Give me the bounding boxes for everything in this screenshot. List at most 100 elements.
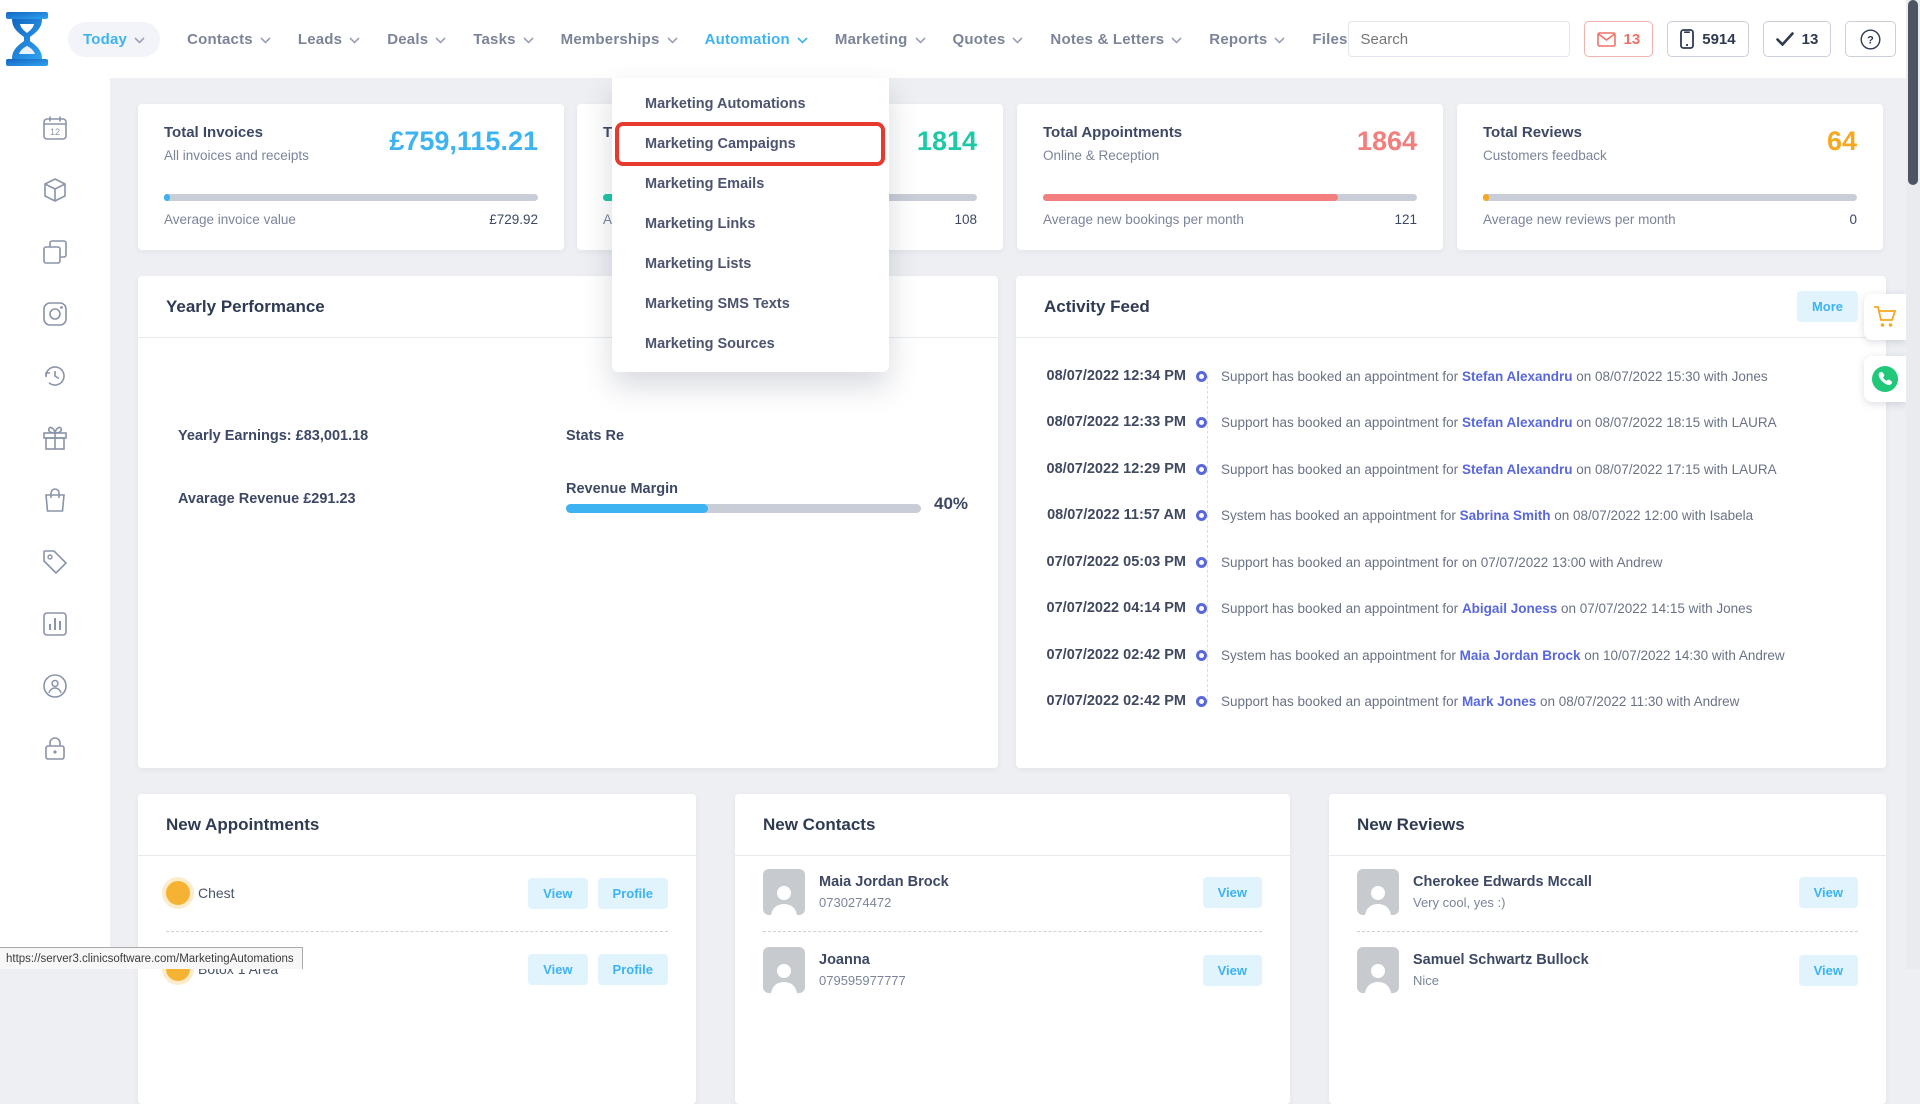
timeline-dot-icon (1196, 650, 1207, 661)
card-title: Total Reviews (1483, 124, 1582, 141)
chevron-down-icon (134, 37, 145, 44)
nav-leads[interactable]: Leads (298, 31, 360, 48)
view-button[interactable]: View (1799, 955, 1858, 986)
topbar-right-controls: 13 5914 13 ? LONDON SUPPORT (1348, 17, 1920, 61)
menu-item-marketing-lists[interactable]: Marketing Lists (612, 244, 889, 284)
menu-item-marketing-automations[interactable]: Marketing Automations (612, 84, 889, 124)
review-row: Samuel Schwartz Bullock Nice View (1329, 944, 1886, 996)
nav-automation[interactable]: Automation (705, 31, 808, 48)
card-title: Total Appointments (1043, 124, 1182, 141)
nav-tasks[interactable]: Tasks (473, 31, 533, 48)
nav-today-label: Today (83, 31, 127, 48)
contact-link[interactable]: Stefan Alexandru (1462, 462, 1573, 477)
card-value: 1864 (1357, 126, 1417, 157)
top-navigation-bar: Today Contacts Leads Deals Tasks Members… (0, 0, 1920, 78)
phone-notifications-button[interactable]: 5914 (1667, 21, 1748, 57)
menu-item-marketing-sms-texts[interactable]: Marketing SMS Texts (612, 284, 889, 324)
scrollbar-thumb[interactable] (1908, 0, 1918, 185)
smartphone-icon (1680, 29, 1694, 49)
contact-link[interactable]: Sabrina Smith (1460, 508, 1551, 523)
feed-item: 08/07/2022 12:34 PM Support has booked a… (1016, 368, 1886, 384)
help-button[interactable]: ? (1845, 21, 1896, 57)
shopping-bag-icon[interactable] (42, 486, 69, 513)
avatar (1357, 947, 1399, 993)
chevron-down-icon (435, 37, 446, 44)
card-value: £759,115.21 (389, 126, 538, 157)
view-button[interactable]: View (528, 878, 587, 909)
contact-link[interactable]: Mark Jones (1462, 694, 1536, 709)
menu-item-marketing-links[interactable]: Marketing Links (612, 204, 889, 244)
contact-link[interactable]: Stefan Alexandru (1462, 415, 1573, 430)
timeline-dot-icon (1196, 696, 1207, 707)
appointment-row: Chest View Profile (138, 870, 696, 916)
nav-notes-letters[interactable]: Notes & Letters (1050, 31, 1182, 48)
profile-button[interactable]: Profile (598, 878, 668, 909)
chevron-down-icon (1274, 37, 1285, 44)
app-logo[interactable] (0, 10, 54, 68)
tasks-done-button[interactable]: 13 (1763, 21, 1832, 57)
more-button[interactable]: More (1797, 291, 1858, 322)
avatar (763, 947, 805, 993)
review-text: Very cool, yes :) (1413, 895, 1592, 910)
stat-card-total-invoices: Total Invoices All invoices and receipts… (138, 104, 564, 250)
shopping-cart-icon (1872, 304, 1898, 330)
camera-icon[interactable] (42, 300, 69, 327)
card-subtitle: Online & Reception (1043, 148, 1159, 163)
svg-text:12: 12 (50, 127, 60, 137)
tasks-count: 13 (1802, 31, 1819, 48)
card-subtitle: All invoices and receipts (164, 148, 309, 163)
nav-marketing[interactable]: Marketing (835, 31, 926, 48)
menu-item-marketing-campaigns[interactable]: Marketing Campaigns (612, 124, 889, 164)
view-button[interactable]: View (1203, 877, 1262, 908)
nav-reports[interactable]: Reports (1209, 31, 1285, 48)
feed-item: 08/07/2022 11:57 AM System has booked an… (1016, 507, 1886, 523)
nav-files[interactable]: Files (1312, 31, 1347, 48)
support-agent-icon[interactable] (42, 672, 69, 699)
search-box (1348, 21, 1570, 57)
new-contacts-panel: New Contacts Maia Jordan Brock 073027447… (735, 794, 1290, 1104)
feed-item: 08/07/2022 12:29 PM Support has booked a… (1016, 461, 1886, 477)
svg-text:?: ? (1867, 34, 1874, 46)
new-reviews-panel: New Reviews Cherokee Edwards Mccall Very… (1329, 794, 1886, 1104)
tag-icon[interactable] (42, 548, 69, 575)
timeline-dot-icon (1196, 603, 1207, 614)
view-button[interactable]: View (1203, 955, 1262, 986)
profile-button[interactable]: Profile (598, 954, 668, 985)
contact-link[interactable]: Abigail Joness (1462, 601, 1557, 616)
timeline-dot-icon (1196, 557, 1207, 568)
revenue-margin-pct: 40% (934, 494, 968, 514)
nav-deals[interactable]: Deals (387, 31, 446, 48)
contact-link[interactable]: Maia Jordan Brock (1460, 648, 1581, 663)
mail-notifications-button[interactable]: 13 (1584, 21, 1654, 57)
feed-item: 07/07/2022 02:42 PM Support has booked a… (1016, 693, 1886, 709)
menu-item-marketing-emails[interactable]: Marketing Emails (612, 164, 889, 204)
calendar-icon[interactable]: 12 (42, 114, 69, 141)
feed-item: 07/07/2022 04:14 PM Support has booked a… (1016, 600, 1886, 616)
nav-today[interactable]: Today (68, 22, 160, 57)
nav-contacts[interactable]: Contacts (187, 31, 271, 48)
lock-icon[interactable] (42, 734, 69, 761)
cart-quick-button[interactable] (1864, 294, 1906, 340)
call-quick-button[interactable] (1864, 356, 1906, 402)
card-value: 64 (1827, 126, 1857, 157)
nav-memberships[interactable]: Memberships (561, 31, 678, 48)
search-input[interactable] (1349, 31, 1570, 48)
panel-title: New Appointments (166, 815, 319, 835)
chevron-down-icon (349, 37, 360, 44)
revenue-margin-bar (566, 504, 921, 513)
nav-quotes[interactable]: Quotes (953, 31, 1024, 48)
stats-label-partial: Stats Re (566, 428, 624, 444)
revenue-margin-label: Revenue Margin (566, 481, 678, 497)
menu-item-marketing-sources[interactable]: Marketing Sources (612, 324, 889, 364)
bar-chart-icon[interactable] (42, 610, 69, 637)
view-button[interactable]: View (1799, 877, 1858, 908)
page-scrollbar[interactable] (1906, 0, 1920, 969)
copy-icon[interactable] (42, 238, 69, 265)
package-icon[interactable] (42, 176, 69, 203)
gift-icon[interactable] (42, 424, 69, 451)
question-circle-icon: ? (1860, 29, 1881, 50)
history-icon[interactable] (42, 362, 69, 389)
contact-link[interactable]: Stefan Alexandru (1462, 369, 1573, 384)
automation-dropdown-menu: Marketing Automations Marketing Campaign… (612, 78, 889, 372)
view-button[interactable]: View (528, 954, 587, 985)
